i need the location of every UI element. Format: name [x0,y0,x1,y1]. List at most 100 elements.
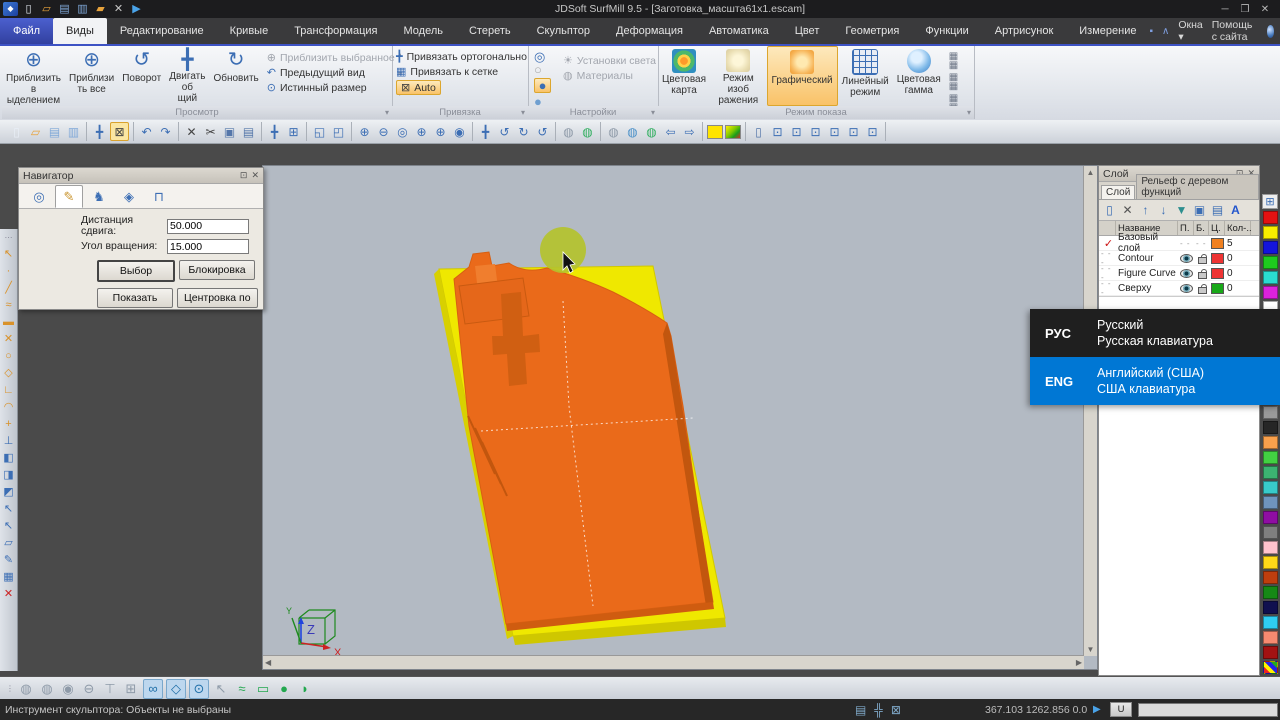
clip-plane-icon[interactable]: ▯ [750,123,767,140]
select-icon[interactable]: ↖ [4,248,13,261]
shift-distance-input[interactable] [167,218,249,234]
show-button[interactable]: Показать [97,288,173,308]
select-button[interactable]: Выбор [97,260,175,282]
sculpt-check-icon[interactable]: ✎ [4,554,13,567]
menu-tab-0[interactable]: Файл [0,18,54,44]
refresh-button[interactable]: ↻ Обновить [209,46,262,106]
pin-icon[interactable]: ⊡ [240,170,248,181]
palette-color[interactable] [1262,526,1278,539]
new-layer-icon[interactable]: ▯ [1102,203,1117,217]
layer-row[interactable]: - - - Figure Curve 0 [1099,264,1259,282]
navigator-tab-cube-icon[interactable]: ◈ [115,185,143,208]
window-out-icon[interactable]: ◰ [330,123,347,140]
palette-color[interactable] [1262,511,1278,524]
arrow-icon[interactable]: ↖ [212,680,230,698]
menu-tab-2[interactable]: Редактирование [107,18,217,44]
node-icon[interactable]: + [5,418,11,431]
pick-icon[interactable]: ↖ [4,503,13,516]
view-top-icon[interactable]: ⊡ [864,123,881,140]
material-2-icon[interactable]: ◍ [624,123,641,140]
layer-name[interactable]: Contour [1116,253,1178,264]
text-style-icon[interactable]: A [1228,203,1243,217]
group-caret-icon[interactable]: ▾ [385,108,389,117]
rotate-x-icon[interactable]: ↺ [496,123,513,140]
column-header[interactable]: Кол-.. [1225,221,1252,235]
graphic-mode-button[interactable]: Графический [766,46,838,106]
delete-icon[interactable]: ✕ [183,123,200,140]
pin-icon[interactable]: ⊤ [101,680,119,698]
layer-color-swatch[interactable] [1211,267,1224,279]
menu-tab-5[interactable]: Модель [390,18,455,44]
visibility-eye-icon[interactable] [1180,253,1193,263]
menu-tab-9[interactable]: Автоматика [696,18,782,44]
wireframe-mode-button[interactable]: Линейный режим [838,46,893,106]
nosnap-status-icon[interactable]: ⊠ [891,703,901,717]
window-in-icon[interactable]: ◱ [311,123,328,140]
account-avatar[interactable] [1266,24,1275,38]
snap-auto-button[interactable]: ⊠ Auto [396,80,441,95]
scroll-left-icon[interactable]: ◀ [265,658,271,667]
polygon-icon[interactable]: ◇ [4,367,12,380]
lasso-icon[interactable]: ◇ [166,678,186,699]
scroll-up-icon[interactable]: ▲ [1087,168,1095,177]
lamp-off-icon[interactable]: ◍ [560,123,577,140]
column-header[interactable]: Ц. [1209,221,1225,235]
palette-color[interactable] [1262,496,1278,509]
zoom-to-selection-button[interactable]: ⊕ Приблизить в ыделением [2,46,65,106]
folder-icon[interactable]: ▰ [93,2,108,16]
arc-icon[interactable]: ◠ [4,401,14,414]
save-icon[interactable]: ▤ [57,2,72,16]
material-3-icon[interactable]: ◍ [643,123,660,140]
previous-view-button[interactable]: ↶ Предыдущий вид [267,66,395,80]
bar-grip-icon[interactable]: ⋮ [6,682,14,695]
snap-grid-button[interactable]: ▦ Привязать к сетке [396,65,526,79]
smooth-2-icon[interactable]: ◍ [38,680,56,698]
curve-icon[interactable]: ≈ [233,680,251,698]
disc-icon[interactable]: ⊖ [80,680,98,698]
save-as-icon[interactable]: ▥ [75,2,90,16]
column-header[interactable] [1099,221,1116,235]
windows-menu[interactable]: Окна ▾ [1178,19,1202,43]
material-1-icon[interactable]: ◍ [605,123,622,140]
sphere-icon[interactable]: ◉ [59,680,77,698]
play-icon[interactable]: ▶ [1093,704,1101,715]
open-file-icon[interactable]: ▱ [27,123,44,140]
zoom-select-icon[interactable]: ⊕ [413,123,430,140]
link-circles-icon[interactable]: ∞ [143,678,163,699]
viewport-vscrollbar[interactable]: ▲ ▼ [1083,166,1097,656]
move-icon[interactable]: ╋ [266,123,283,140]
viewport[interactable]: Z X Y ▲ ▼ ◀ ▶ [262,165,1098,670]
axis-icon[interactable]: ⊥ [4,435,14,448]
delete-layer-icon[interactable]: ✕ [1120,203,1135,217]
palette-cube-icon[interactable]: ⊞ [1262,194,1278,209]
move-down-icon[interactable]: ↓ [1156,203,1171,217]
palette-color[interactable] [1262,646,1278,659]
palette-color[interactable] [1262,241,1278,254]
pan-view-icon[interactable]: ╋ [477,123,494,140]
copy-layer-icon[interactable]: ▤ [1210,203,1225,217]
layer-name[interactable]: Сверху [1116,283,1178,294]
view-left-icon[interactable]: ⊡ [826,123,843,140]
minimize-button[interactable]: ─ [1216,4,1234,15]
palette-color[interactable] [1262,481,1278,494]
dash-icon[interactable]: ▬ [3,316,14,329]
tab-layer[interactable]: Слой [1101,185,1136,199]
gradient-icon[interactable] [725,124,741,139]
lock-icon[interactable] [1198,268,1207,279]
undo-icon[interactable]: ↶ [138,123,155,140]
palette-color[interactable] [1262,286,1278,299]
scroll-down-icon[interactable]: ▼ [1087,645,1095,654]
layer-row[interactable]: - - - Contour 0 [1099,249,1259,267]
save-as-icon[interactable]: ▥ [65,123,82,140]
copy-icon[interactable]: ▣ [221,123,238,140]
layer-row[interactable]: ✓ Базовый слой - -- -5 [1099,232,1259,254]
layer-color-swatch[interactable] [1211,282,1224,294]
navigator-tab-target-icon[interactable]: ◎ [25,185,53,208]
paste-icon[interactable]: ▤ [240,123,257,140]
menu-tab-1[interactable]: Виды [53,18,107,44]
play-icon[interactable]: ▶ [129,2,144,16]
layers-status-icon[interactable]: ▤ [855,703,866,717]
delete-red-icon[interactable]: ✕ [4,588,13,601]
perpendicular-icon[interactable]: ∟ [3,384,14,397]
menu-tab-4[interactable]: Трансформация [281,18,390,44]
